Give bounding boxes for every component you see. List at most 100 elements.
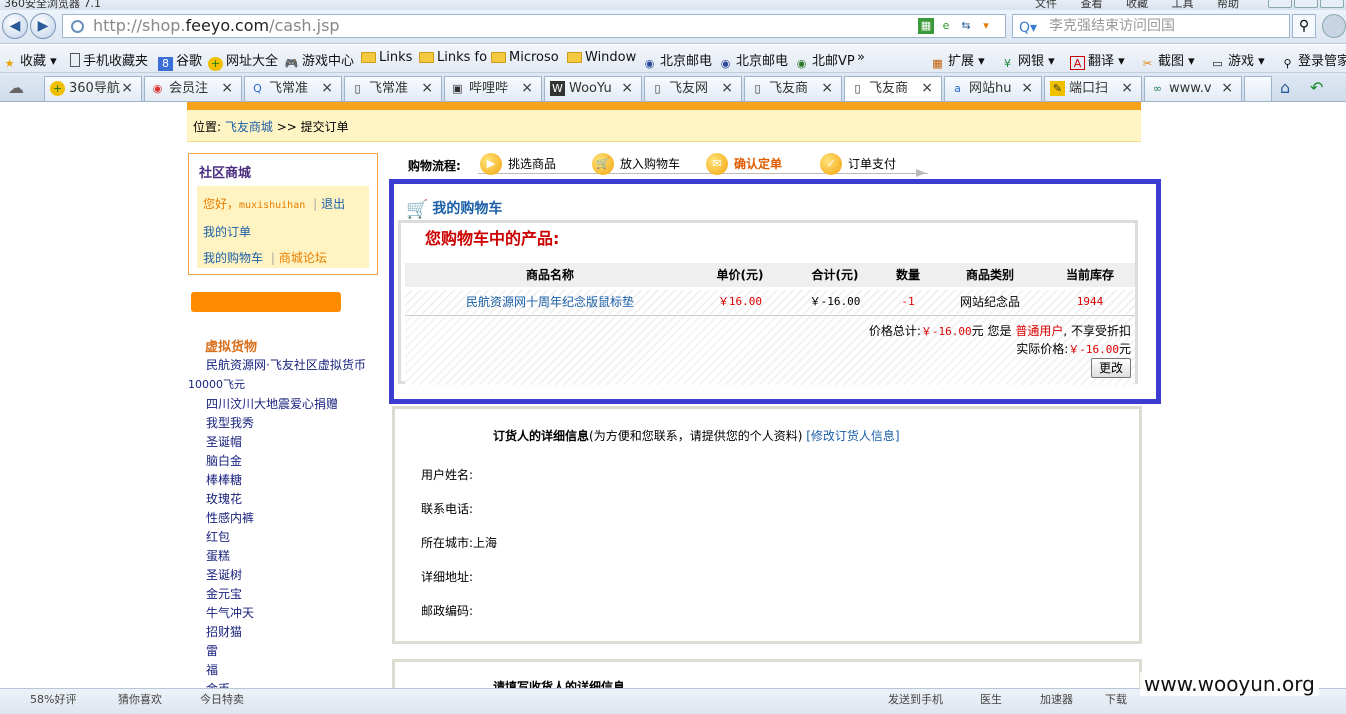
fav-hao360[interactable]: + 网址大全 (208, 50, 278, 71)
folder-icon (491, 52, 506, 63)
cloud-icon[interactable]: ☁ (8, 78, 30, 97)
translate-button[interactable]: A 翻译 ▾ (1070, 50, 1125, 70)
category-item[interactable]: 牛气冲天 (206, 604, 254, 621)
change-button[interactable]: 更改 (1091, 358, 1131, 378)
fav-mobile[interactable]: 手机收藏夹 (70, 50, 148, 69)
close-tab-icon[interactable]: × (621, 77, 633, 100)
tab-bilibili[interactable]: ▣ 哔哩哔 × (444, 76, 542, 101)
status-download[interactable]: 下载 (1105, 691, 1127, 707)
fav-collect[interactable]: ★ 收藏 ▾ (2, 50, 57, 71)
tab-feichangzhun-2[interactable]: ▯ 飞常准 × (344, 76, 442, 101)
tab-360-nav[interactable]: +360导航 × (44, 76, 142, 101)
close-tab-icon[interactable]: × (1021, 77, 1033, 100)
fav-more[interactable]: » (857, 50, 865, 65)
search-input[interactable]: Q▾ 李克强结束访问回国 (1012, 14, 1290, 38)
close-tab-icon[interactable]: × (321, 77, 333, 100)
undo-close-icon[interactable]: ↶ (1310, 78, 1323, 97)
category-item[interactable]: 玫瑰花 (206, 490, 242, 507)
category-item[interactable]: 圣诞帽 (206, 433, 242, 450)
home-icon[interactable]: ⌂ (1280, 78, 1290, 97)
category-item[interactable]: 红包 (206, 528, 230, 545)
status-sale[interactable]: 今日特卖 (200, 691, 244, 707)
category-item[interactable]: 我型我秀 (206, 414, 254, 431)
logout-link[interactable]: 退出 (321, 197, 345, 211)
tab-port-scan[interactable]: ✎ 端口扫 × (1044, 76, 1142, 101)
status-doctor[interactable]: 医生 (980, 691, 1002, 707)
login-manager-button[interactable]: ⚲ 登录管家 (1280, 50, 1346, 71)
product-name-link[interactable]: 民航资源网十周年纪念版鼠标垫 (435, 290, 665, 314)
close-window-button[interactable] (1320, 0, 1344, 8)
category-item[interactable]: 民航资源网·飞友社区虚拟货币 (206, 356, 366, 373)
category-item[interactable]: 招财猫 (206, 623, 242, 640)
category-item[interactable]: 蛋糕 (206, 547, 230, 564)
category-item[interactable]: 福 (206, 661, 218, 678)
category-item[interactable]: 四川汶川大地震爱心捐赠 (206, 395, 338, 412)
tab-feeyo-net[interactable]: ▯ 飞友网 × (644, 76, 742, 101)
breadcrumb-home-link[interactable]: 飞友商城 (225, 120, 273, 134)
forum-link[interactable]: 商城论坛 (279, 251, 327, 265)
menu-help[interactable]: 帮助 (1217, 0, 1239, 10)
category-item[interactable]: 棒棒糖 (206, 471, 242, 488)
fav-windows[interactable]: Window (567, 50, 636, 65)
status-guess[interactable]: 猜你喜欢 (118, 691, 162, 707)
menu-tools[interactable]: 工具 (1172, 0, 1194, 10)
tab-member-register[interactable]: ◉ 会员注 × (144, 76, 242, 101)
menu-view[interactable]: 查看 (1081, 0, 1103, 10)
tab-www[interactable]: ∞ www.v × (1144, 76, 1242, 101)
bank-button[interactable]: ¥ 网银 ▾ (1000, 50, 1055, 71)
close-tab-icon[interactable]: × (721, 77, 733, 100)
status-accelerator[interactable]: 加速器 (1040, 691, 1073, 707)
status-send-phone[interactable]: 发送到手机 (888, 691, 943, 707)
status-rating[interactable]: 58%好评 (30, 691, 76, 707)
menu-file[interactable]: 文件 (1035, 0, 1057, 10)
close-tab-icon[interactable]: × (221, 77, 233, 100)
dropdown-arrow-icon[interactable]: ▾ (978, 18, 994, 34)
category-item[interactable]: 金元宝 (206, 585, 242, 602)
tab-wooyun[interactable]: W WooYu × (544, 76, 642, 101)
fav-bupt-1[interactable]: ◉ 北京邮电 (642, 50, 712, 71)
avatar[interactable] (1322, 14, 1346, 38)
category-item[interactable]: 性感内裤 (206, 509, 254, 526)
close-tab-icon[interactable]: × (521, 77, 533, 100)
category-item[interactable]: 脑白金 (206, 452, 242, 469)
tab-feeyo-shop-2[interactable]: ▯ 飞友商 × (844, 76, 942, 101)
ext-button[interactable]: ▦ 扩展 ▾ (930, 50, 984, 71)
games-button[interactable]: ▭ 游戏 ▾ (1210, 50, 1264, 71)
edit-orderer-link[interactable]: [修改订货人信息] (806, 429, 899, 443)
fav-links[interactable]: Links (361, 50, 412, 65)
my-orders-link[interactable]: 我的订单 (203, 223, 251, 240)
tab-feeyo-shop-1[interactable]: ▯ 飞友商 × (744, 76, 842, 101)
fav-bupt-2[interactable]: ◉ 北京邮电 (718, 50, 788, 71)
refresh-icon[interactable]: ⇆ (958, 18, 974, 34)
my-cart-link[interactable]: 我的购物车 (203, 251, 263, 265)
search-button[interactable]: ⚲ (1292, 14, 1316, 38)
tab-feichangzhun-1[interactable]: Q 飞常准 × (244, 76, 342, 101)
category-item[interactable]: 圣诞树 (206, 566, 242, 583)
close-tab-icon[interactable]: × (1121, 77, 1133, 100)
category-item[interactable]: 10000飞元 (188, 376, 245, 392)
new-tab-button[interactable] (1244, 76, 1272, 101)
minimize-button[interactable] (1268, 0, 1292, 8)
close-tab-icon[interactable]: × (921, 77, 933, 100)
close-tab-icon[interactable]: × (821, 77, 833, 100)
fav-game-center[interactable]: 🎮 游戏中心 (284, 50, 354, 71)
search-engine-icon[interactable]: Q▾ (1019, 17, 1037, 39)
back-button[interactable]: ◀ (2, 13, 28, 39)
menu-favorites[interactable]: 收藏 (1126, 0, 1148, 10)
maximize-button[interactable] (1294, 0, 1318, 8)
fav-google[interactable]: 8 谷歌 (158, 50, 202, 71)
forward-button[interactable]: ▶ (30, 13, 56, 39)
fav-links-for[interactable]: Links fo (419, 50, 487, 65)
fav-bupt-vpn[interactable]: ◉ 北邮VP (794, 50, 855, 71)
qr-code-icon[interactable]: ▦ (918, 18, 934, 34)
close-tab-icon[interactable]: × (121, 77, 133, 100)
url-input[interactable]: http://shop.feeyo.com/cash.jsp (62, 14, 1006, 38)
close-tab-icon[interactable]: × (421, 77, 433, 100)
category-item[interactable]: 金币 (206, 680, 230, 688)
category-item[interactable]: 雷 (206, 642, 218, 659)
fav-microsoft[interactable]: Microso (491, 50, 559, 65)
screenshot-button[interactable]: ✂ 截图 ▾ (1140, 50, 1195, 71)
compat-mode-icon[interactable]: e (938, 18, 954, 34)
close-tab-icon[interactable]: × (1221, 77, 1233, 100)
tab-site-hu[interactable]: a 网站hu × (944, 76, 1042, 101)
